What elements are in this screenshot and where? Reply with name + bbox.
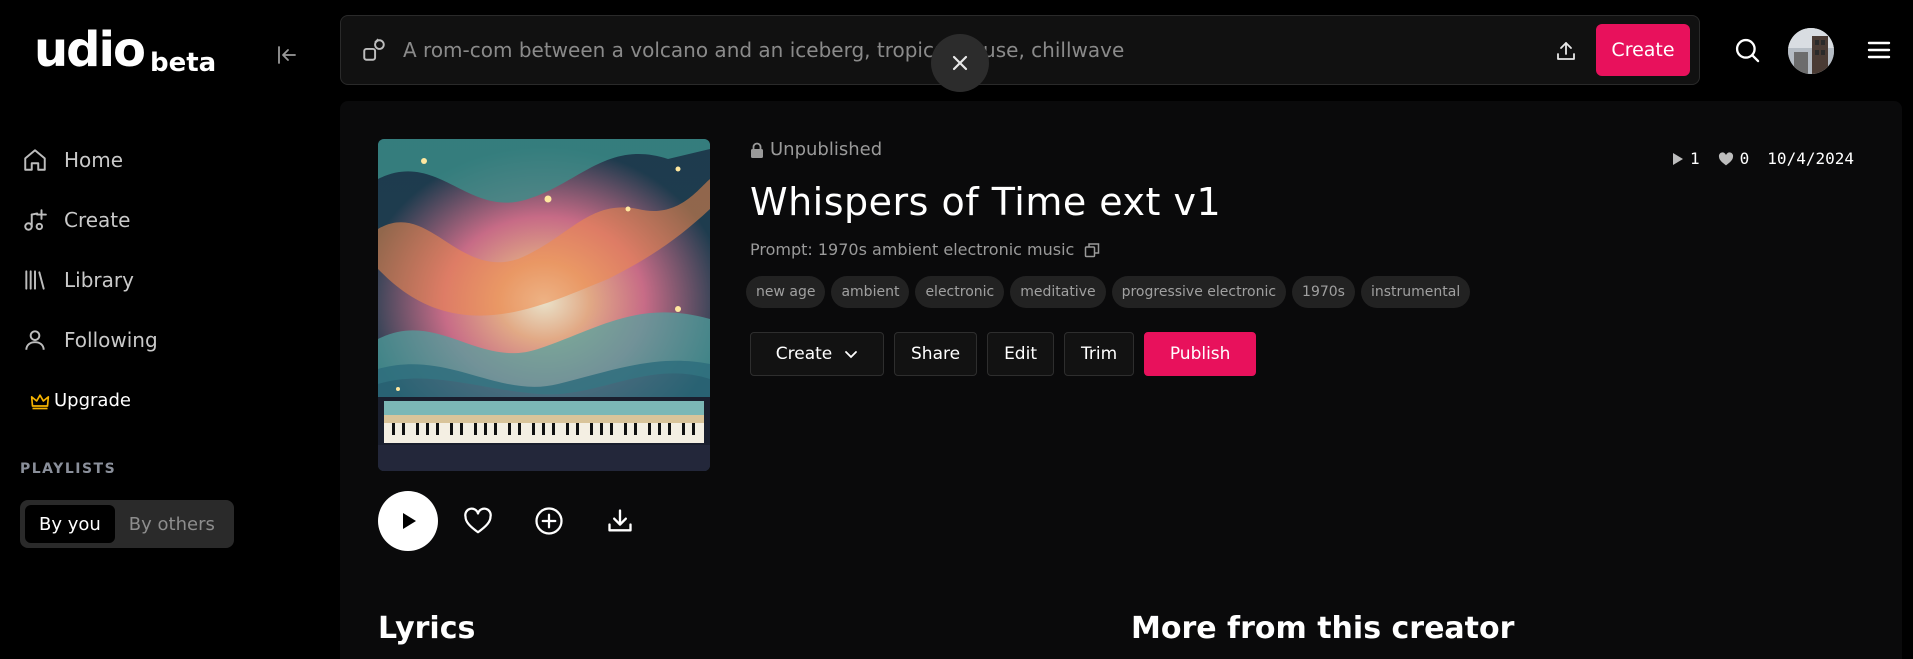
like-count-value: 0	[1739, 149, 1750, 168]
trim-button[interactable]: Trim	[1063, 332, 1135, 376]
playback-controls	[378, 491, 638, 551]
shapes-icon[interactable]	[359, 35, 389, 65]
song-info: Unpublished Whispers of Time ext v1 Prom…	[746, 139, 1476, 376]
publish-button[interactable]: Publish	[1144, 332, 1257, 376]
music-plus-icon	[20, 205, 50, 235]
sidebar-item-label: Home	[64, 148, 124, 172]
sidebar-item-library[interactable]: Library	[20, 250, 158, 310]
menu-button[interactable]	[1864, 36, 1894, 64]
logo-beta-badge: beta	[149, 48, 217, 78]
sidebar-item-label: Create	[64, 208, 131, 232]
song-detail-panel: Unpublished Whispers of Time ext v1 Prom…	[340, 101, 1902, 659]
sidebar-item-following[interactable]: Following	[20, 310, 158, 370]
avatar-image	[1788, 28, 1834, 74]
playlist-tab-by-you[interactable]: By you	[25, 505, 115, 543]
sidebar-item-label: Following	[64, 328, 158, 352]
user-avatar[interactable]	[1788, 28, 1834, 74]
copy-prompt-button[interactable]	[1084, 242, 1100, 258]
song-title: Whispers of Time ext v1	[750, 180, 1222, 224]
prompt-text: Prompt: 1970s ambient electronic music	[750, 240, 1075, 259]
create-dropdown-label: Create	[775, 344, 833, 364]
udio-logo[interactable]: udio beta	[34, 22, 216, 78]
chevron-down-icon	[845, 351, 858, 359]
edit-button[interactable]: Edit	[987, 332, 1054, 376]
play-icon	[403, 513, 416, 529]
play-count-icon	[1673, 152, 1684, 165]
share-button[interactable]: Share	[894, 332, 978, 376]
home-icon	[20, 145, 50, 175]
tag-chip[interactable]: 1970s	[1292, 276, 1355, 308]
heart-icon	[464, 507, 492, 534]
playlists-heading: PLAYLISTS	[20, 461, 117, 477]
copy-icon	[1085, 242, 1100, 257]
tag-chip[interactable]: meditative	[1010, 276, 1106, 308]
tag-chip[interactable]: electronic	[915, 276, 1005, 308]
like-button[interactable]	[460, 503, 496, 539]
user-icon	[20, 325, 50, 355]
search-icon	[1735, 38, 1760, 63]
download-icon	[608, 509, 632, 532]
upgrade-label: Upgrade	[54, 390, 131, 411]
tag-chip[interactable]: instrumental	[1360, 276, 1471, 308]
upgrade-button[interactable]: Upgrade	[30, 390, 131, 411]
upload-icon	[1557, 42, 1575, 60]
lyrics-heading: Lyrics	[378, 611, 476, 646]
download-button[interactable]	[602, 503, 638, 539]
collapse-sidebar-button[interactable]	[272, 40, 302, 70]
close-prompt-button[interactable]	[931, 34, 989, 92]
heart-count-icon	[1718, 151, 1733, 165]
close-icon	[952, 55, 968, 71]
lock-icon	[751, 142, 763, 158]
playlist-tab-by-others[interactable]: By others	[115, 505, 229, 543]
sidebar-item-home[interactable]: Home	[20, 130, 158, 190]
sidebar: udio beta Home Create Library Following …	[0, 0, 340, 659]
play-count: 1	[1672, 149, 1700, 168]
sidebar-item-label: Library	[64, 268, 134, 292]
create-dropdown-button[interactable]: Create	[750, 332, 884, 376]
tag-list: new age ambient electronic meditative pr…	[746, 276, 1476, 308]
hamburger-menu-icon	[1867, 41, 1891, 59]
search-button[interactable]	[1730, 33, 1764, 67]
upload-button[interactable]	[1551, 36, 1581, 66]
song-cover-art	[378, 139, 710, 471]
playlist-filter-toggle: By you By others	[20, 500, 234, 548]
add-to-playlist-button[interactable]	[531, 503, 567, 539]
play-count-value: 1	[1690, 149, 1700, 168]
sidebar-nav: Home Create Library Following	[20, 130, 158, 370]
song-prompt: Prompt: 1970s ambient electronic music	[750, 240, 1476, 259]
song-actions: Create Share Edit Trim Publish	[750, 332, 1476, 376]
library-icon	[20, 265, 50, 295]
create-button[interactable]: Create	[1596, 24, 1690, 76]
more-from-creator-heading: More from this creator	[1131, 611, 1515, 646]
collapse-sidebar-icon	[278, 46, 296, 64]
prompt-bar: Create	[340, 15, 1700, 85]
logo-text: udio	[34, 22, 146, 78]
tag-chip[interactable]: ambient	[831, 276, 910, 308]
sidebar-item-create[interactable]: Create	[20, 190, 158, 250]
like-count: 0	[1718, 149, 1750, 168]
plus-circle-icon	[535, 507, 563, 535]
song-stats: 1 0 10/4/2024	[1654, 149, 1854, 168]
play-button[interactable]	[378, 491, 438, 551]
status-label: Unpublished	[770, 139, 883, 160]
crown-icon	[30, 393, 50, 409]
publish-status: Unpublished	[750, 139, 1476, 160]
tag-chip[interactable]: progressive electronic	[1111, 276, 1287, 308]
song-date: 10/4/2024	[1767, 149, 1854, 168]
tag-chip[interactable]: new age	[746, 276, 826, 308]
